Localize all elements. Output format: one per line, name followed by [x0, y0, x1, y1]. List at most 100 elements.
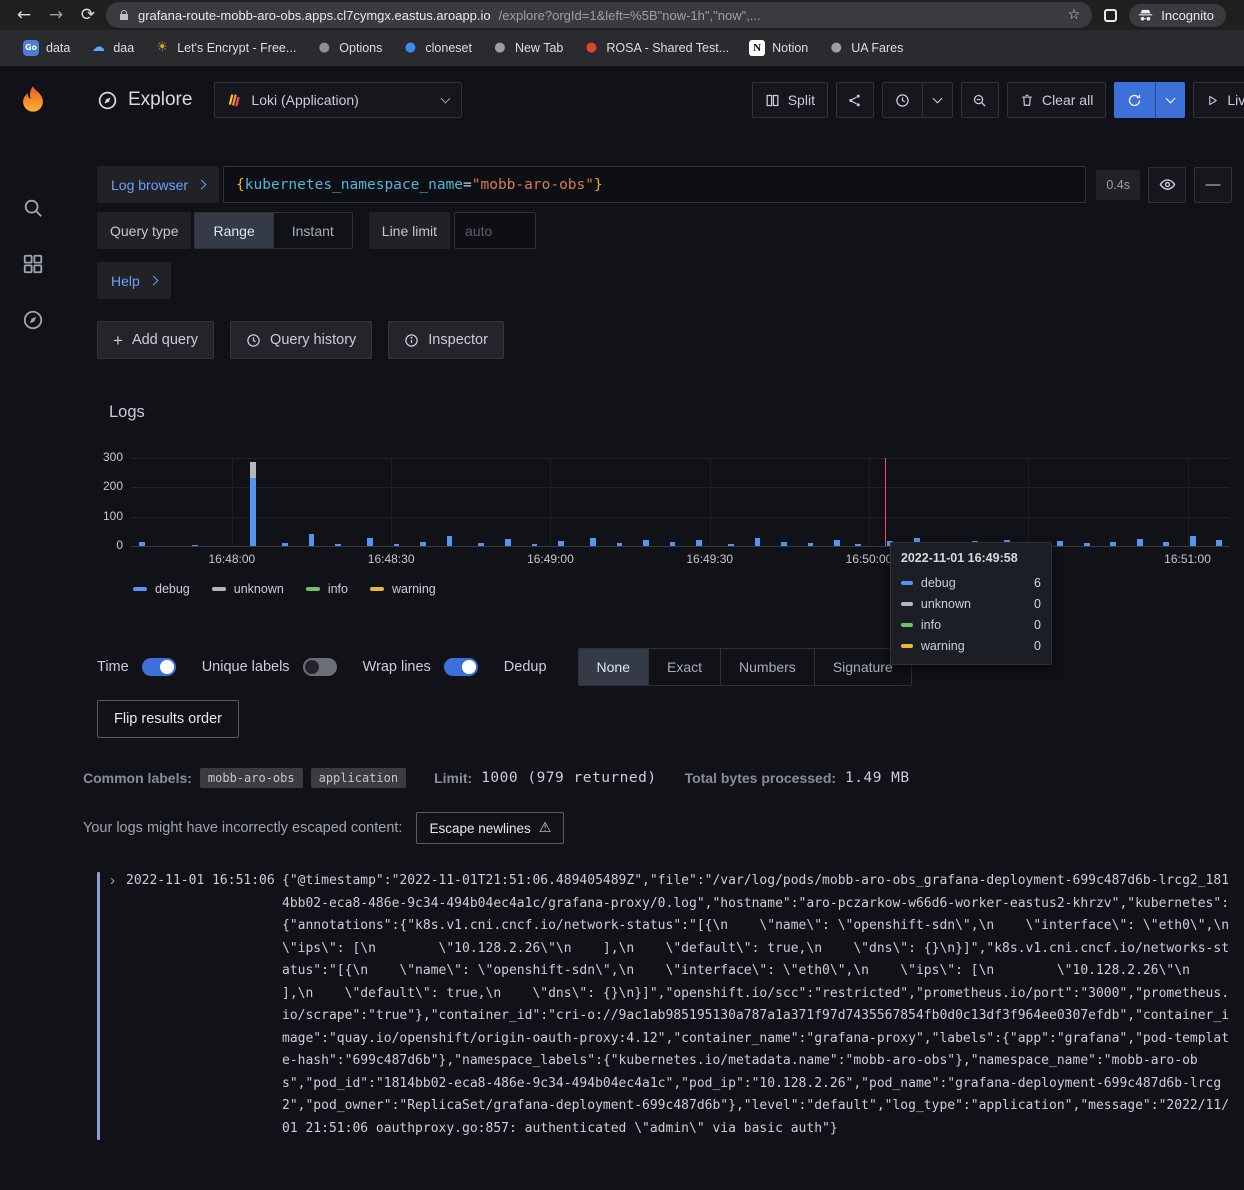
wrap-lines-toggle[interactable]	[444, 658, 478, 676]
bookmark-star-icon[interactable]: ☆	[1068, 7, 1081, 23]
url-bar[interactable]: grafana-route-mobb-aro-obs.apps.cl7cymgx…	[106, 2, 1092, 28]
legend-label: debug	[155, 582, 190, 596]
chevron-down-icon	[441, 93, 451, 103]
query-type-option-instant[interactable]: Instant	[273, 213, 352, 248]
query-expression-input[interactable]: {kubernetes_namespace_name="mobb-aro-obs…	[223, 166, 1086, 203]
bookmark-item[interactable]: ●ROSA - Shared Test...	[574, 36, 738, 60]
bookmark-item[interactable]: Godata	[14, 36, 79, 60]
legend-item-warning[interactable]: warning	[370, 582, 436, 596]
query-elapsed-badge: 0.4s	[1096, 170, 1140, 200]
grid-line-h	[131, 517, 1230, 518]
run-query-button[interactable]	[1114, 82, 1155, 118]
refresh-picker	[1114, 82, 1185, 118]
tooltip-row: debug6	[901, 572, 1041, 593]
plus-icon: +	[113, 332, 123, 349]
add-query-button[interactable]: + Add query	[97, 321, 214, 359]
flip-results-order-button[interactable]: Flip results order	[97, 700, 239, 738]
escape-message: Your logs might have incorrectly escaped…	[83, 820, 402, 836]
bookmark-item[interactable]: ●cloneset	[393, 36, 481, 60]
tooltip-row: warning0	[901, 635, 1041, 656]
explore-icon	[97, 90, 118, 111]
histogram-bar-debug	[505, 539, 511, 546]
refresh-icon[interactable]: ⟳	[74, 2, 102, 28]
legend-label: unknown	[234, 582, 284, 596]
bookmark-item[interactable]: ●Options	[307, 36, 391, 60]
tooltip-series-name: info	[921, 618, 1026, 632]
x-axis-tick-label: 16:51:00	[1154, 552, 1222, 566]
histogram-bar-debug	[309, 534, 315, 546]
log-message: {"@timestamp":"2022-11-01T21:51:06.48940…	[282, 870, 1232, 1140]
chart-tooltip: 2022-11-01 16:49:58 debug6unknown0info0w…	[890, 542, 1052, 665]
share-button[interactable]	[836, 82, 874, 118]
grid-line-h	[131, 487, 1230, 488]
inspector-label: Inspector	[428, 332, 488, 348]
query-type-option-range[interactable]: Range	[195, 213, 272, 248]
x-axis-tick-label: 16:49:00	[516, 552, 584, 566]
histogram-bar-debug	[250, 478, 256, 546]
legend-item-debug[interactable]: debug	[133, 582, 190, 596]
site-favicon-icon: ●	[316, 40, 332, 56]
bookmark-item[interactable]: ☁daa	[81, 36, 143, 60]
logs-histogram[interactable]: 0100200300 16:48:0016:48:3016:49:0016:49…	[97, 458, 1232, 596]
minus-icon: —	[1206, 176, 1221, 193]
legend-item-unknown[interactable]: unknown	[212, 582, 284, 596]
split-button[interactable]: Split	[752, 82, 828, 118]
dedup-option-numbers[interactable]: Numbers	[720, 649, 814, 685]
query-token: {	[236, 177, 245, 193]
query-type-chip: Query type	[97, 212, 191, 249]
query-visibility-button[interactable]	[1148, 167, 1186, 203]
line-limit-input[interactable]	[454, 212, 536, 249]
bookmark-label: data	[46, 41, 70, 55]
cloud-icon: ☁	[90, 40, 106, 56]
dedup-option-exact[interactable]: Exact	[648, 649, 720, 685]
bookmark-label: UA Fares	[851, 41, 903, 55]
log-expand-icon[interactable]: ›	[110, 870, 126, 893]
toggle-knob	[160, 660, 174, 674]
inspector-button[interactable]: Inspector	[388, 321, 504, 359]
escape-notice: Your logs might have incorrectly escaped…	[83, 812, 1232, 844]
help-button[interactable]: Help	[97, 262, 171, 299]
time-range-button[interactable]	[882, 82, 923, 118]
rosa-icon: ●	[583, 40, 599, 56]
bookmark-item[interactable]: ☀Let's Encrypt - Free...	[145, 36, 305, 60]
query-type-group: RangeInstant	[194, 212, 352, 249]
legend-item-info[interactable]: info	[306, 582, 348, 596]
time-range-dropdown-button[interactable]	[923, 82, 953, 118]
x-axis-tick-label: 16:48:00	[198, 552, 266, 566]
datasource-picker[interactable]: Loki (Application)	[214, 82, 462, 118]
forward-icon[interactable]: →	[42, 2, 70, 28]
bookmark-item[interactable]: NNotion	[740, 36, 817, 60]
dedup-option-none[interactable]: None	[579, 649, 648, 685]
logs-histogram-plot[interactable]	[131, 458, 1230, 546]
url-host: grafana-route-mobb-aro-obs.apps.cl7cymgx…	[138, 8, 491, 23]
chart-legend: debug unknown info warning	[131, 582, 1230, 596]
time-toggle[interactable]	[142, 658, 176, 676]
dashboards-grid-icon[interactable]	[16, 247, 50, 281]
query-history-button[interactable]: Query history	[230, 321, 372, 359]
unique-labels-toggle[interactable]	[303, 658, 337, 676]
history-clock-icon	[246, 333, 261, 348]
chart-cursor-line	[885, 458, 887, 546]
search-icon[interactable]	[16, 191, 50, 225]
x-axis-tick-label: 16:49:30	[676, 552, 744, 566]
live-button[interactable]: Live	[1193, 82, 1244, 118]
dedup-group: NoneExactNumbersSignature	[578, 648, 912, 686]
info-circle-icon	[404, 333, 419, 348]
collapse-query-button[interactable]: —	[1194, 167, 1232, 203]
log-row[interactable]: ›2022-11-01 16:51:06{"@timestamp":"2022-…	[83, 870, 1232, 1140]
grafana-app: Explore Loki (Application) Split	[0, 66, 1244, 1190]
clear-all-button[interactable]: Clear all	[1007, 82, 1106, 118]
side-panel-icon[interactable]	[1104, 9, 1117, 22]
chevron-right-icon	[197, 180, 207, 190]
refresh-interval-dropdown[interactable]	[1155, 82, 1185, 118]
zoom-out-button[interactable]	[961, 82, 999, 118]
bookmark-item[interactable]: ●New Tab	[483, 36, 572, 60]
back-icon[interactable]: ←	[10, 2, 38, 28]
tooltip-series-name: debug	[921, 576, 1026, 590]
escape-newlines-button[interactable]: Escape newlines ⚠	[416, 812, 564, 844]
legend-label: info	[328, 582, 348, 596]
grafana-logo-icon[interactable]	[15, 84, 51, 125]
explore-compass-icon[interactable]	[16, 303, 50, 337]
bookmark-item[interactable]: ●UA Fares	[819, 36, 912, 60]
log-browser-button[interactable]: Log browser	[97, 166, 219, 203]
